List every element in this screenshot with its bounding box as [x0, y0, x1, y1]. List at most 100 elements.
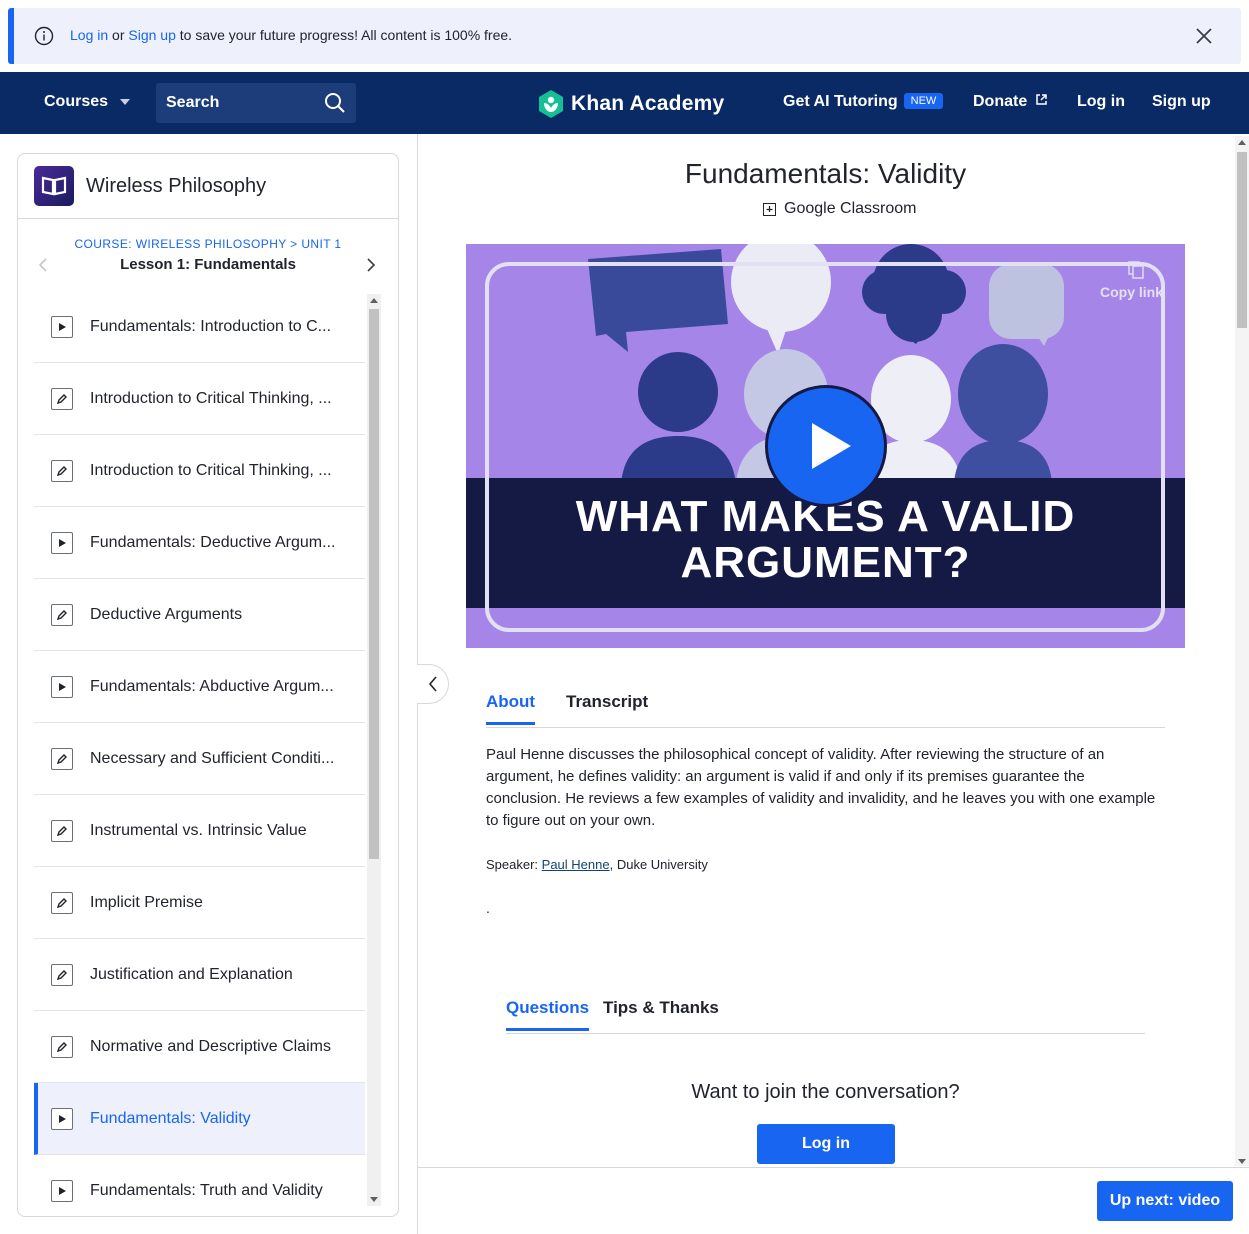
ai-tutoring-link[interactable]: Get AI Tutoring NEW — [783, 93, 944, 111]
google-classroom-label: Google Classroom — [784, 200, 917, 217]
lesson-list-item-label: Normative and Descriptive Claims — [90, 1038, 331, 1055]
lesson-list-item[interactable]: Fundamentals: Introduction to C... — [34, 291, 365, 363]
tab-transcript[interactable]: Transcript — [566, 692, 648, 722]
lesson-list-item-label: Deductive Arguments — [90, 606, 243, 623]
lesson-list-item[interactable]: Justification and Explanation — [34, 939, 365, 1011]
pencil-icon — [51, 892, 73, 914]
lesson-list-item[interactable]: Introduction to Critical Thinking, ... — [34, 363, 365, 435]
play-icon — [51, 676, 73, 698]
play-icon — [812, 423, 851, 469]
lesson-list-item[interactable]: Instrumental vs. Intrinsic Value — [34, 795, 365, 867]
scroll-up-arrow-icon[interactable] — [1238, 140, 1246, 145]
lesson-list-item-label: Necessary and Sufficient Conditi... — [90, 750, 335, 767]
banner-signup-link[interactable]: Sign up — [128, 27, 175, 43]
banner-login-link[interactable]: Log in — [70, 27, 108, 43]
join-conversation-prompt: Want to join the conversation? — [691, 1081, 960, 1103]
lesson-list-item-label: Fundamentals: Introduction to C... — [90, 318, 332, 335]
tab-about[interactable]: About — [486, 692, 536, 725]
donate-label: Donate — [973, 93, 1028, 110]
course-sidebar: Wireless Philosophy COURSE: WIRELESS PHI… — [17, 153, 399, 1217]
lesson-list-item[interactable]: Fundamentals: Deductive Argum... — [34, 507, 365, 579]
search-icon — [325, 93, 345, 113]
banner-message: Log in or Sign up to save your future pr… — [70, 27, 512, 43]
search-label: Search — [166, 94, 220, 111]
chevron-right-icon[interactable] — [366, 258, 376, 272]
scroll-thumb[interactable] — [369, 309, 379, 859]
tab-questions[interactable]: Questions — [506, 998, 590, 1031]
tab-tips-thanks[interactable]: Tips & Thanks — [603, 998, 719, 1028]
lesson-list-item[interactable]: Deductive Arguments — [34, 579, 365, 651]
chevron-left-icon — [428, 676, 437, 692]
main-content: Fundamentals: Validity Google Classroom — [417, 134, 1249, 1234]
lesson-list-item[interactable]: Fundamentals: Abductive Argum... — [34, 651, 365, 723]
lesson-list-item-label: Fundamentals: Truth and Validity — [90, 1182, 323, 1199]
pencil-icon — [51, 748, 73, 770]
lesson-list-item[interactable]: Implicit Premise — [34, 867, 365, 939]
courses-menu-button[interactable]: Courses — [44, 93, 131, 111]
copy-link-button[interactable]: Copy link — [1100, 284, 1163, 300]
scroll-up-arrow-icon[interactable] — [370, 298, 378, 303]
lesson-list-item[interactable]: Fundamentals: Validity — [34, 1083, 365, 1155]
scroll-down-arrow-icon[interactable] — [370, 1197, 378, 1202]
lesson-list-item[interactable]: Fundamentals: Truth and Validity — [34, 1155, 365, 1216]
login-button[interactable]: Log in — [757, 1124, 895, 1164]
lesson-navigator: COURSE: WIRELESS PHILOSOPHY > UNIT 1 Les… — [18, 220, 398, 290]
login-link[interactable]: Log in — [1077, 93, 1125, 111]
course-icon — [34, 166, 74, 206]
collapse-sidebar-button[interactable] — [417, 664, 449, 704]
external-link-icon — [1035, 94, 1047, 105]
course-title: Wireless Philosophy — [86, 175, 267, 197]
lesson-list: Fundamentals: Introduction to C... Introd… — [34, 291, 365, 1216]
lesson-list-item[interactable]: Normative and Descriptive Claims — [34, 1011, 365, 1083]
speaker-link[interactable]: Paul Henne — [542, 857, 610, 872]
google-classroom-icon — [763, 202, 776, 216]
lesson-list-item-label: Justification and Explanation — [90, 966, 293, 983]
chevron-down-icon — [120, 99, 131, 105]
scroll-down-arrow-icon[interactable] — [1238, 1159, 1246, 1164]
video-player[interactable]: WHAT MAKES A VALID ARGUMENT? Copy link — [466, 244, 1185, 648]
course-header[interactable]: Wireless Philosophy — [18, 154, 398, 219]
content-tabs: About Transcript — [486, 692, 1165, 728]
up-next-button[interactable]: Up next: video — [1097, 1181, 1233, 1221]
breadcrumb[interactable]: COURSE: WIRELESS PHILOSOPHY > UNIT 1 — [18, 237, 398, 251]
khan-logo-icon — [539, 90, 563, 118]
lesson-list-item[interactable]: Introduction to Critical Thinking, ... — [34, 435, 365, 507]
lesson-title: Lesson 1: Fundamentals — [120, 256, 296, 273]
top-nav: Courses Search Khan Academy Get AI Tutor… — [0, 72, 1249, 134]
video-headline: WHAT MAKES A VALID ARGUMENT? — [466, 494, 1185, 586]
speaker-prefix: Speaker: — [486, 857, 542, 872]
google-classroom-button[interactable]: Google Classroom — [763, 200, 917, 218]
lesson-list-item-label: Fundamentals: Validity — [90, 1110, 251, 1127]
pencil-icon — [51, 1036, 73, 1058]
lesson-list-item-label: Introduction to Critical Thinking, ... — [90, 462, 332, 479]
lesson-list-item-label: Fundamentals: Deductive Argum... — [90, 534, 336, 551]
play-icon — [51, 1108, 73, 1130]
khan-academy-logo[interactable]: Khan Academy — [537, 89, 724, 119]
ai-tutoring-label: Get AI Tutoring — [783, 93, 898, 110]
book-icon — [41, 176, 67, 196]
video-headline-line2: ARGUMENT? — [680, 538, 971, 587]
pencil-icon — [51, 604, 73, 626]
play-button[interactable] — [765, 385, 887, 507]
scroll-thumb[interactable] — [1237, 152, 1247, 328]
close-icon[interactable] — [1193, 25, 1215, 47]
info-icon — [34, 26, 54, 46]
banner-or-text: or — [108, 27, 129, 43]
donate-link[interactable]: Donate — [973, 93, 1048, 111]
sidebar-scrollbar[interactable] — [367, 294, 381, 1206]
pencil-icon — [51, 964, 73, 986]
banner-text: to save your future progress! All conten… — [175, 27, 513, 43]
courses-label: Courses — [44, 93, 109, 110]
main-scrollbar[interactable] — [1235, 136, 1249, 1166]
signup-banner: Log in or Sign up to save your future pr… — [8, 8, 1241, 64]
lesson-list-item[interactable]: Necessary and Sufficient Conditi... — [34, 723, 365, 795]
pencil-icon — [51, 460, 73, 482]
footer-bar: Up next: video — [418, 1167, 1249, 1234]
search-input[interactable]: Search — [156, 83, 356, 123]
lesson-list-item-label: Instrumental vs. Intrinsic Value — [90, 822, 307, 839]
lesson-list-item-label: Implicit Premise — [90, 894, 203, 911]
trailing-dot: . — [486, 900, 490, 916]
signup-link[interactable]: Sign up — [1152, 93, 1211, 111]
lesson-list-item-label: Fundamentals: Abductive Argum... — [90, 678, 334, 695]
pencil-icon — [51, 820, 73, 842]
